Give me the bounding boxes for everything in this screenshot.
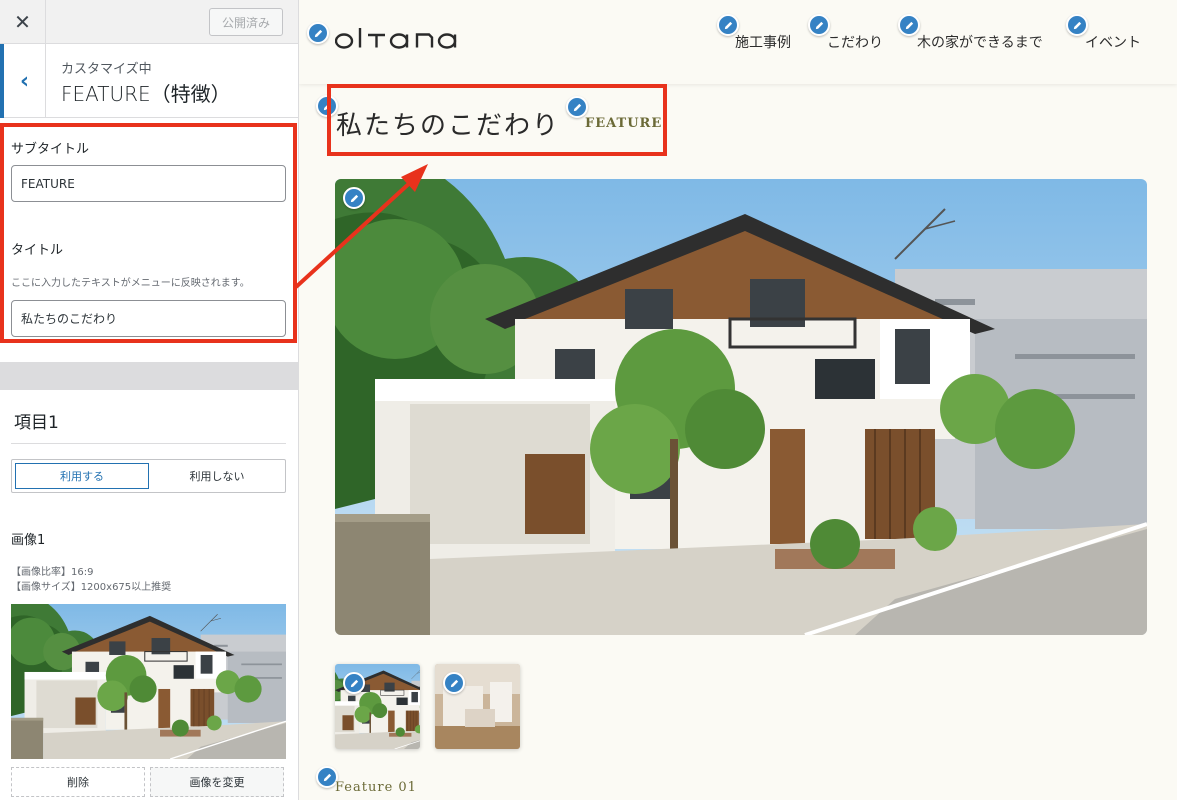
use-toggle-group: 利用する 利用しない — [11, 459, 286, 493]
edit-thumbnail-pencil-icon[interactable] — [343, 672, 365, 694]
edit-thumbnail-pencil-icon[interactable] — [443, 672, 465, 694]
edit-title-pencil-icon[interactable] — [316, 95, 338, 117]
site-logo[interactable] — [334, 26, 475, 54]
edit-logo-pencil-icon[interactable] — [307, 22, 329, 44]
logo-oltana — [334, 28, 457, 49]
image-label: 画像1 — [11, 533, 46, 548]
nav-item-event[interactable]: イベント — [1085, 32, 1141, 52]
change-image-button[interactable]: 画像を変更 — [150, 767, 284, 797]
edit-subtitle-pencil-icon[interactable] — [566, 96, 588, 118]
toggle-nouse-button[interactable]: 利用しない — [152, 463, 282, 489]
feature-title: 私たちのこだわり — [336, 111, 561, 141]
site-header: 施工事例 こだわり 木の家ができるまで イベント — [299, 0, 1177, 84]
section-breadcrumb: カスタマイズ中 — [61, 62, 152, 77]
nav-item-works[interactable]: 施工事例 — [735, 32, 791, 52]
site-preview: 施工事例 こだわり 木の家ができるまで イベント 私たちのこだわり FEATUR… — [299, 0, 1177, 800]
nav-item-feature[interactable]: こだわり — [827, 32, 883, 52]
item-heading: 項目1 — [14, 413, 59, 433]
remove-image-button[interactable]: 削除 — [11, 767, 145, 797]
chevron-left-icon: ‹ — [19, 68, 30, 94]
toggle-use-button[interactable]: 利用する — [15, 463, 149, 489]
publish-button[interactable]: 公開済み — [209, 8, 283, 36]
customizer-sidebar: ✕ 公開済み ‹ カスタマイズ中 FEATURE（特徴） サブタイトル タイトル… — [0, 0, 299, 800]
close-customizer-button[interactable]: ✕ — [0, 0, 46, 44]
subtitle-input[interactable] — [11, 165, 286, 202]
image-size-note: 【画像サイズ】1200x675以上推奨 — [11, 582, 172, 593]
item-panel: 項目1 利用する 利用しない 画像1 【画像比率】16:9 【画像サイズ】120… — [0, 390, 298, 800]
section-header: ‹ カスタマイズ中 FEATURE（特徴） — [0, 44, 298, 118]
image-ratio-note: 【画像比率】16:9 — [11, 567, 94, 578]
feature-main-image — [335, 179, 1147, 635]
nav-item-process[interactable]: 木の家ができるまで — [917, 32, 1043, 52]
image-preview — [11, 604, 286, 759]
customizer-topbar: ✕ 公開済み — [0, 0, 298, 44]
title-label: タイトル — [11, 243, 64, 258]
section-title: FEATURE（特徴） — [61, 82, 231, 106]
edit-image-pencil-icon[interactable] — [343, 187, 365, 209]
back-button[interactable]: ‹ — [0, 44, 46, 118]
title-description: ここに入力したテキストがメニューに反映されます。 — [11, 278, 250, 289]
title-input[interactable] — [11, 300, 286, 337]
close-icon: ✕ — [14, 10, 31, 34]
feature-subtitle: FEATURE — [585, 116, 663, 131]
feature-number-label: Feature 01 — [335, 780, 417, 795]
section-divider — [0, 362, 298, 390]
divider — [11, 443, 286, 444]
text-fields-panel: サブタイトル タイトル ここに入力したテキストがメニューに反映されます。 — [0, 118, 298, 362]
subtitle-label: サブタイトル — [11, 142, 90, 157]
